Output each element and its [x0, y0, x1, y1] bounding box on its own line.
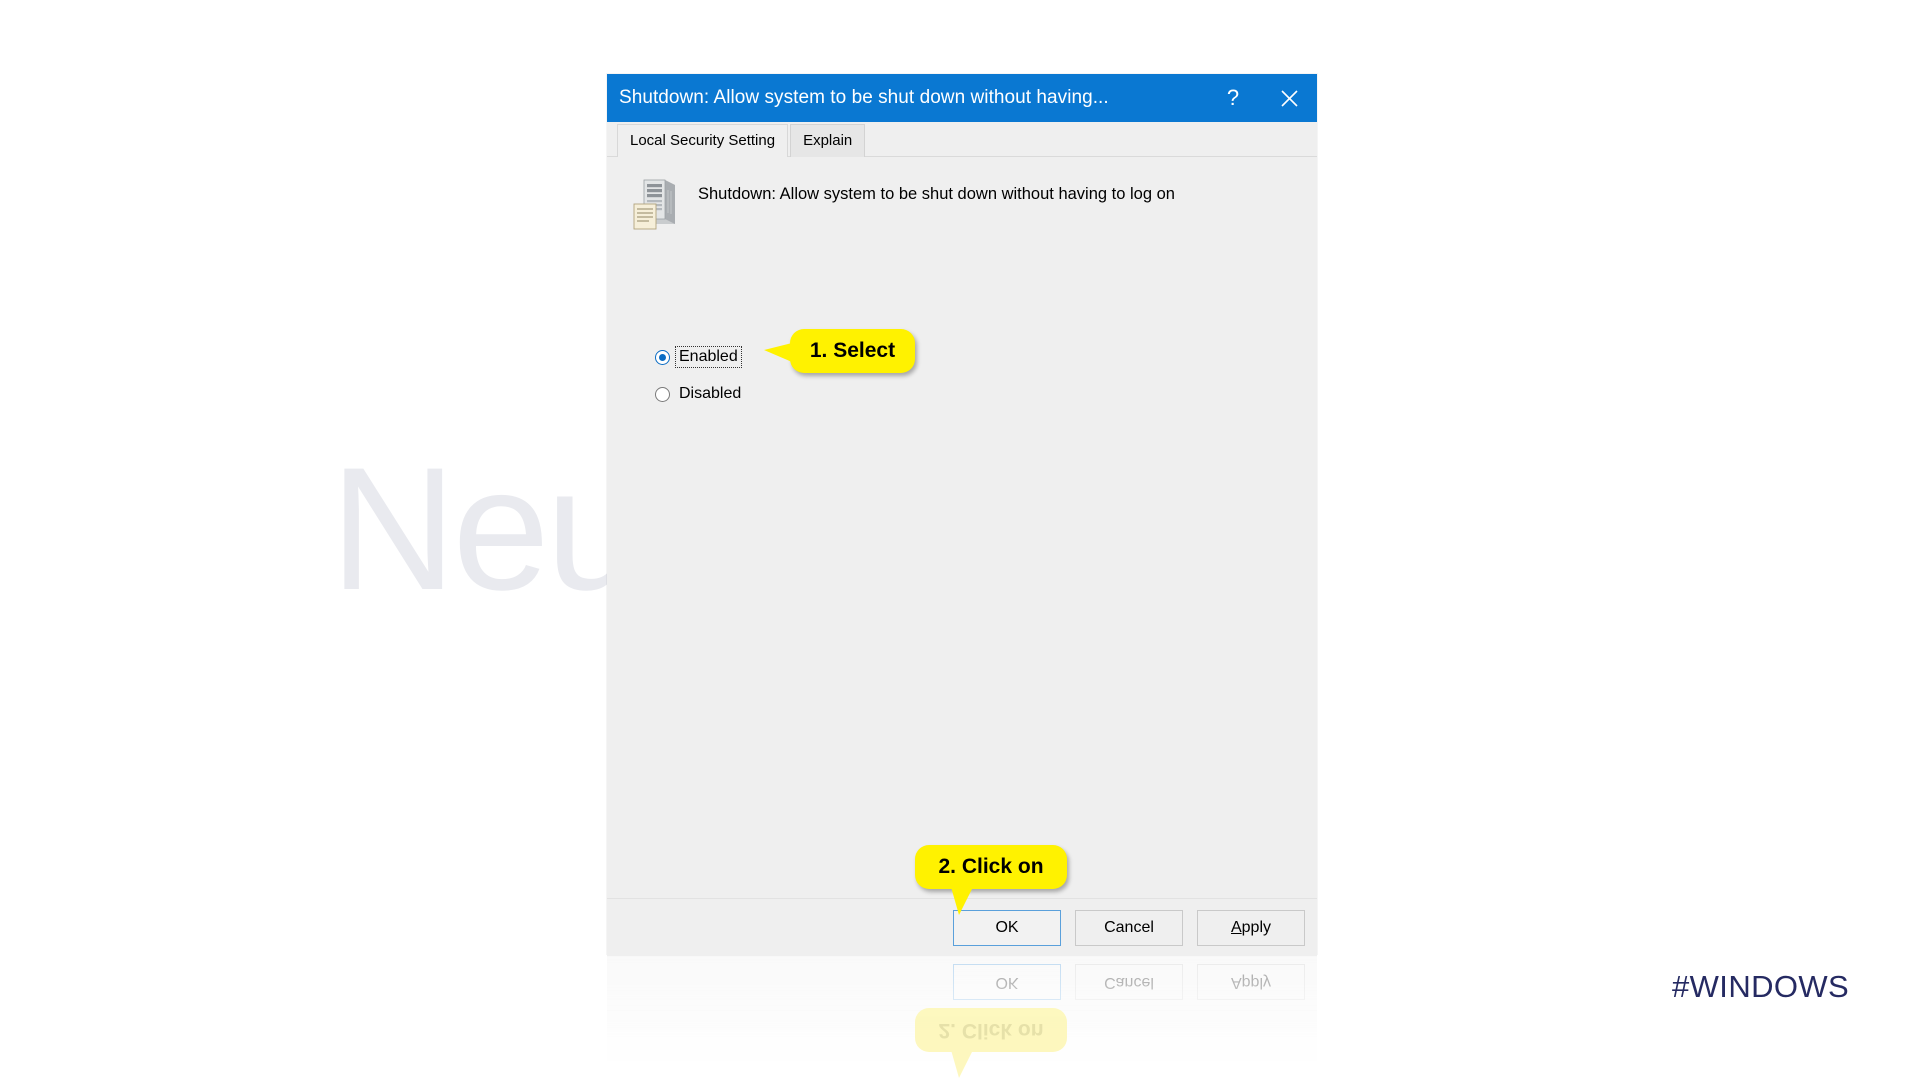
- cancel-button[interactable]: Cancel: [1075, 909, 1183, 946]
- option-enabled[interactable]: Enabled: [655, 342, 744, 372]
- option-enabled-label: Enabled: [675, 346, 742, 368]
- dialog-body: Shutdown: Allow system to be shut down w…: [607, 157, 1317, 898]
- policy-options-group: Enabled Disabled: [655, 342, 744, 416]
- reflection-footer: OK Cancel Apply: [607, 954, 1317, 1011]
- screenshot-canvas: NeuronVM OK Cancel Apply 2. Click on Sh: [0, 0, 1920, 1080]
- callout-click-on-reflection-label: 2. Click on: [938, 1019, 1044, 1042]
- tab-explain[interactable]: Explain: [790, 124, 866, 157]
- callout-select-label: 1. Select: [809, 339, 896, 362]
- callout-click-on: 2. Click on: [915, 845, 1067, 915]
- dialog-title: Shutdown: Allow system to be shut down w…: [619, 87, 1109, 108]
- option-disabled-label: Disabled: [679, 385, 742, 402]
- callout-click-on-reflection: 2. Click on: [915, 1008, 1067, 1078]
- server-policy-icon: [632, 177, 678, 231]
- reflection-cancel-label: Cancel: [1104, 974, 1154, 991]
- apply-button-label: pply: [1241, 918, 1272, 936]
- close-icon[interactable]: [1261, 74, 1317, 122]
- reflection-ok-button: OK: [953, 964, 1061, 1000]
- callout-select: 1. Select: [764, 329, 915, 373]
- radio-enabled[interactable]: [655, 349, 670, 365]
- reflection-apply-button: Apply: [1197, 964, 1305, 1000]
- tab-local-security-setting[interactable]: Local Security Setting: [617, 124, 789, 157]
- tab-local-security-setting-label: Local Security Setting: [630, 132, 776, 149]
- option-disabled[interactable]: Disabled: [655, 379, 744, 409]
- apply-button-accel: A: [1230, 918, 1242, 936]
- callout-reflection-tail-icon: [951, 1050, 973, 1078]
- reflection-cancel-button: Cancel: [1075, 964, 1183, 1000]
- reflection-ok-label: OK: [995, 974, 1019, 991]
- cancel-button-label: Cancel: [1104, 918, 1154, 936]
- dialog-titlebar[interactable]: Shutdown: Allow system to be shut down w…: [607, 74, 1317, 122]
- windows-hashtag: #WINDOWS: [1672, 969, 1850, 1004]
- apply-button[interactable]: Apply: [1197, 909, 1305, 946]
- radio-disabled[interactable]: [655, 386, 670, 402]
- policy-properties-dialog: Shutdown: Allow system to be shut down w…: [607, 74, 1317, 956]
- help-icon[interactable]: ?: [1205, 74, 1261, 122]
- policy-header: Shutdown: Allow system to be shut down w…: [632, 177, 1175, 231]
- reflection-apply-label: Apply: [1230, 974, 1272, 991]
- callout-click-on-tail-icon: [951, 887, 973, 915]
- tab-explain-label: Explain: [803, 132, 853, 149]
- policy-title: Shutdown: Allow system to be shut down w…: [698, 185, 1175, 203]
- ok-button-label: OK: [995, 918, 1019, 936]
- callout-click-on-label: 2. Click on: [938, 855, 1044, 878]
- callout-select-tail-icon: [764, 343, 792, 362]
- dialog-tabstrip: Local Security Setting Explain: [607, 122, 1317, 157]
- help-glyph: ?: [1226, 85, 1240, 110]
